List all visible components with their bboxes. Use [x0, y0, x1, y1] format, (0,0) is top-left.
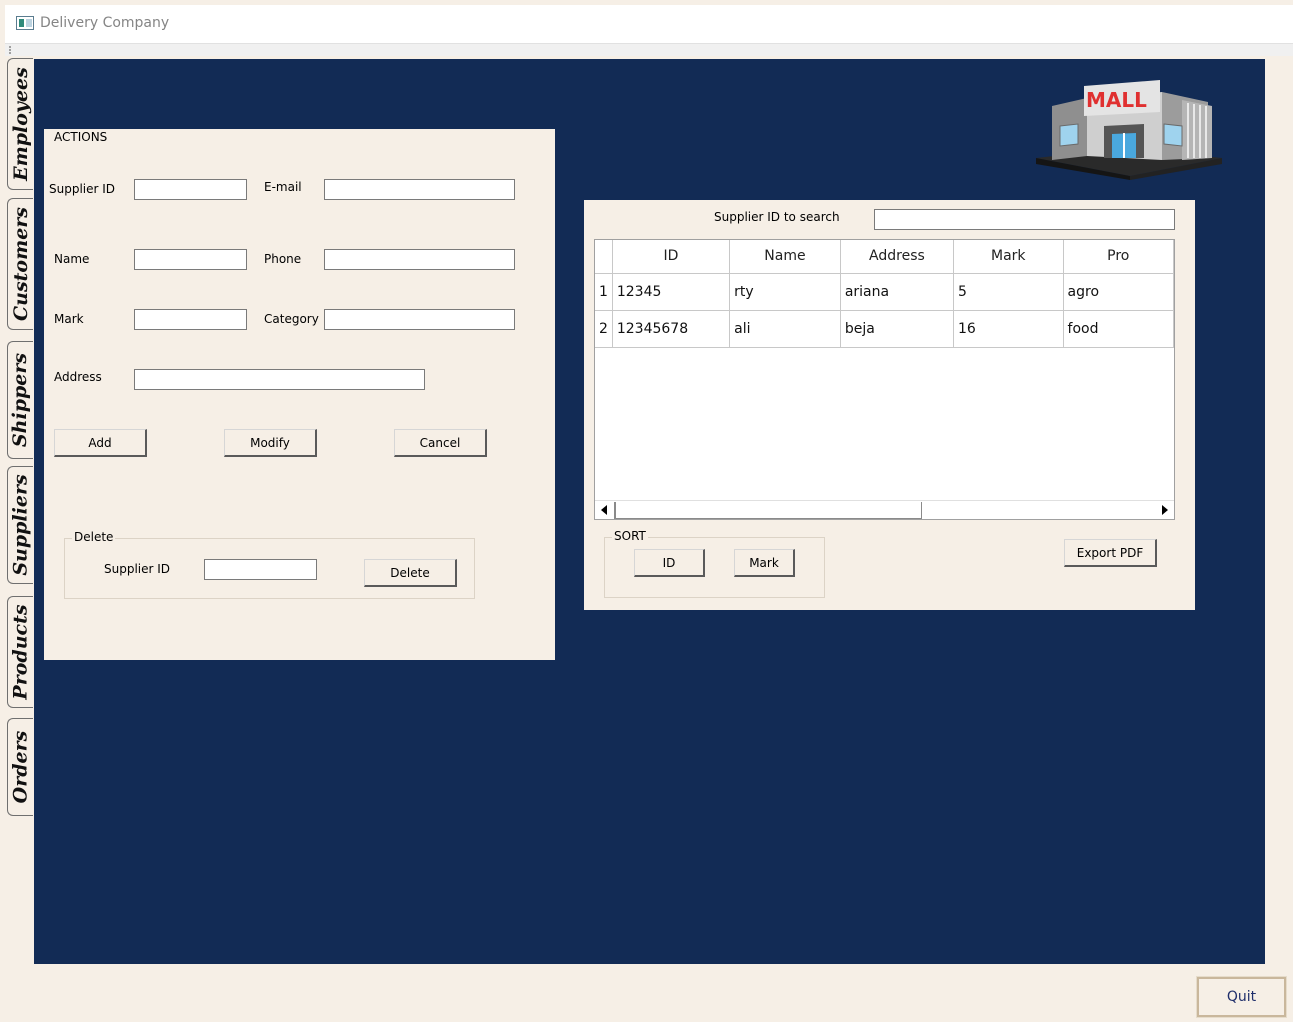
tab-orders[interactable]: Orders: [7, 718, 33, 816]
column-header-address[interactable]: Address: [840, 240, 955, 274]
table-cell[interactable]: ariana: [840, 273, 955, 311]
table-cell[interactable]: 12345678: [612, 310, 731, 348]
table-cell[interactable]: beja: [840, 310, 955, 348]
delete-supplier-id-input[interactable]: [204, 559, 317, 580]
quit-button[interactable]: Quit: [1196, 976, 1287, 1018]
delete-group-title: Delete: [72, 530, 116, 544]
tab-customers[interactable]: Customers: [7, 198, 33, 330]
scroll-right-icon[interactable]: [1162, 505, 1168, 515]
window-title: Delivery Company: [40, 15, 170, 31]
delete-button[interactable]: Delete: [364, 559, 457, 587]
supplier-id-input[interactable]: [134, 179, 247, 200]
modify-button[interactable]: Modify: [224, 429, 317, 457]
search-input[interactable]: [874, 209, 1175, 230]
tab-suppliers[interactable]: Suppliers: [7, 466, 33, 584]
export-pdf-button[interactable]: Export PDF: [1064, 539, 1157, 567]
scroll-left-icon[interactable]: [601, 505, 607, 515]
actions-title: ACTIONS: [52, 130, 110, 144]
column-header-name[interactable]: Name: [729, 240, 841, 274]
mall-building-icon: MALL: [1036, 80, 1222, 180]
name-input[interactable]: [134, 249, 247, 270]
add-button[interactable]: Add: [54, 429, 147, 457]
tab-employees[interactable]: Employees: [7, 58, 33, 190]
logo-text: MALL: [1086, 88, 1147, 112]
suppliers-table[interactable]: ID Name Address Mark Pro 1 12345 rty ari…: [594, 239, 1175, 520]
table-cell[interactable]: food: [1063, 310, 1174, 348]
table-header-row: ID Name Address Mark Pro: [595, 240, 1174, 274]
category-label: Category: [264, 312, 319, 326]
corner-header: [595, 240, 613, 274]
table-cell[interactable]: 16: [953, 310, 1064, 348]
actions-panel: ACTIONS Supplier ID E-mail Name Phone Ma…: [44, 129, 555, 660]
mark-label: Mark: [54, 312, 84, 326]
phone-input[interactable]: [324, 249, 515, 270]
category-input[interactable]: [324, 309, 515, 330]
tab-shippers[interactable]: Shippers: [7, 341, 33, 459]
table-cell[interactable]: 5: [953, 273, 1064, 311]
email-input[interactable]: [324, 179, 515, 200]
table-cell[interactable]: rty: [729, 273, 841, 311]
phone-label: Phone: [264, 252, 302, 266]
table-row[interactable]: 2 12345678 ali beja 16 food: [595, 310, 1174, 348]
email-label: E-mail: [264, 180, 302, 194]
address-label: Address: [54, 370, 102, 384]
mark-input[interactable]: [134, 309, 247, 330]
title-bar: Delivery Company: [5, 5, 1293, 44]
grip-icon[interactable]: [9, 46, 11, 54]
sort-mark-button[interactable]: Mark: [734, 549, 795, 577]
table-cell[interactable]: 12345: [612, 273, 731, 311]
right-border: [1265, 59, 1293, 964]
table-cell[interactable]: ali: [729, 310, 841, 348]
scrollbar-thumb[interactable]: [614, 502, 922, 519]
name-label: Name: [54, 252, 90, 266]
column-header-id[interactable]: ID: [612, 240, 731, 274]
sort-id-button[interactable]: ID: [634, 549, 705, 577]
column-header-mark[interactable]: Mark: [953, 240, 1064, 274]
delete-supplier-id-label: Supplier ID: [104, 562, 171, 576]
menu-strip: [5, 44, 1293, 56]
row-header[interactable]: 2: [595, 310, 613, 348]
search-panel: Supplier ID to search ID Name Address Ma…: [584, 200, 1195, 610]
cancel-button[interactable]: Cancel: [394, 429, 487, 457]
search-label: Supplier ID to search: [714, 210, 840, 224]
table-row[interactable]: 1 12345 rty ariana 5 agro: [595, 273, 1174, 311]
app-icon: [16, 16, 34, 30]
horizontal-scrollbar[interactable]: [595, 500, 1174, 519]
tab-products[interactable]: Products: [7, 596, 33, 708]
column-header-product[interactable]: Pro: [1063, 240, 1174, 274]
address-input[interactable]: [134, 369, 425, 390]
table-cell[interactable]: agro: [1063, 273, 1174, 311]
supplier-id-label: Supplier ID: [49, 182, 116, 196]
tab-strip: Employees Customers Shippers Suppliers P…: [6, 58, 34, 1018]
sort-group-title: SORT: [612, 529, 648, 543]
row-header[interactable]: 1: [595, 273, 613, 311]
